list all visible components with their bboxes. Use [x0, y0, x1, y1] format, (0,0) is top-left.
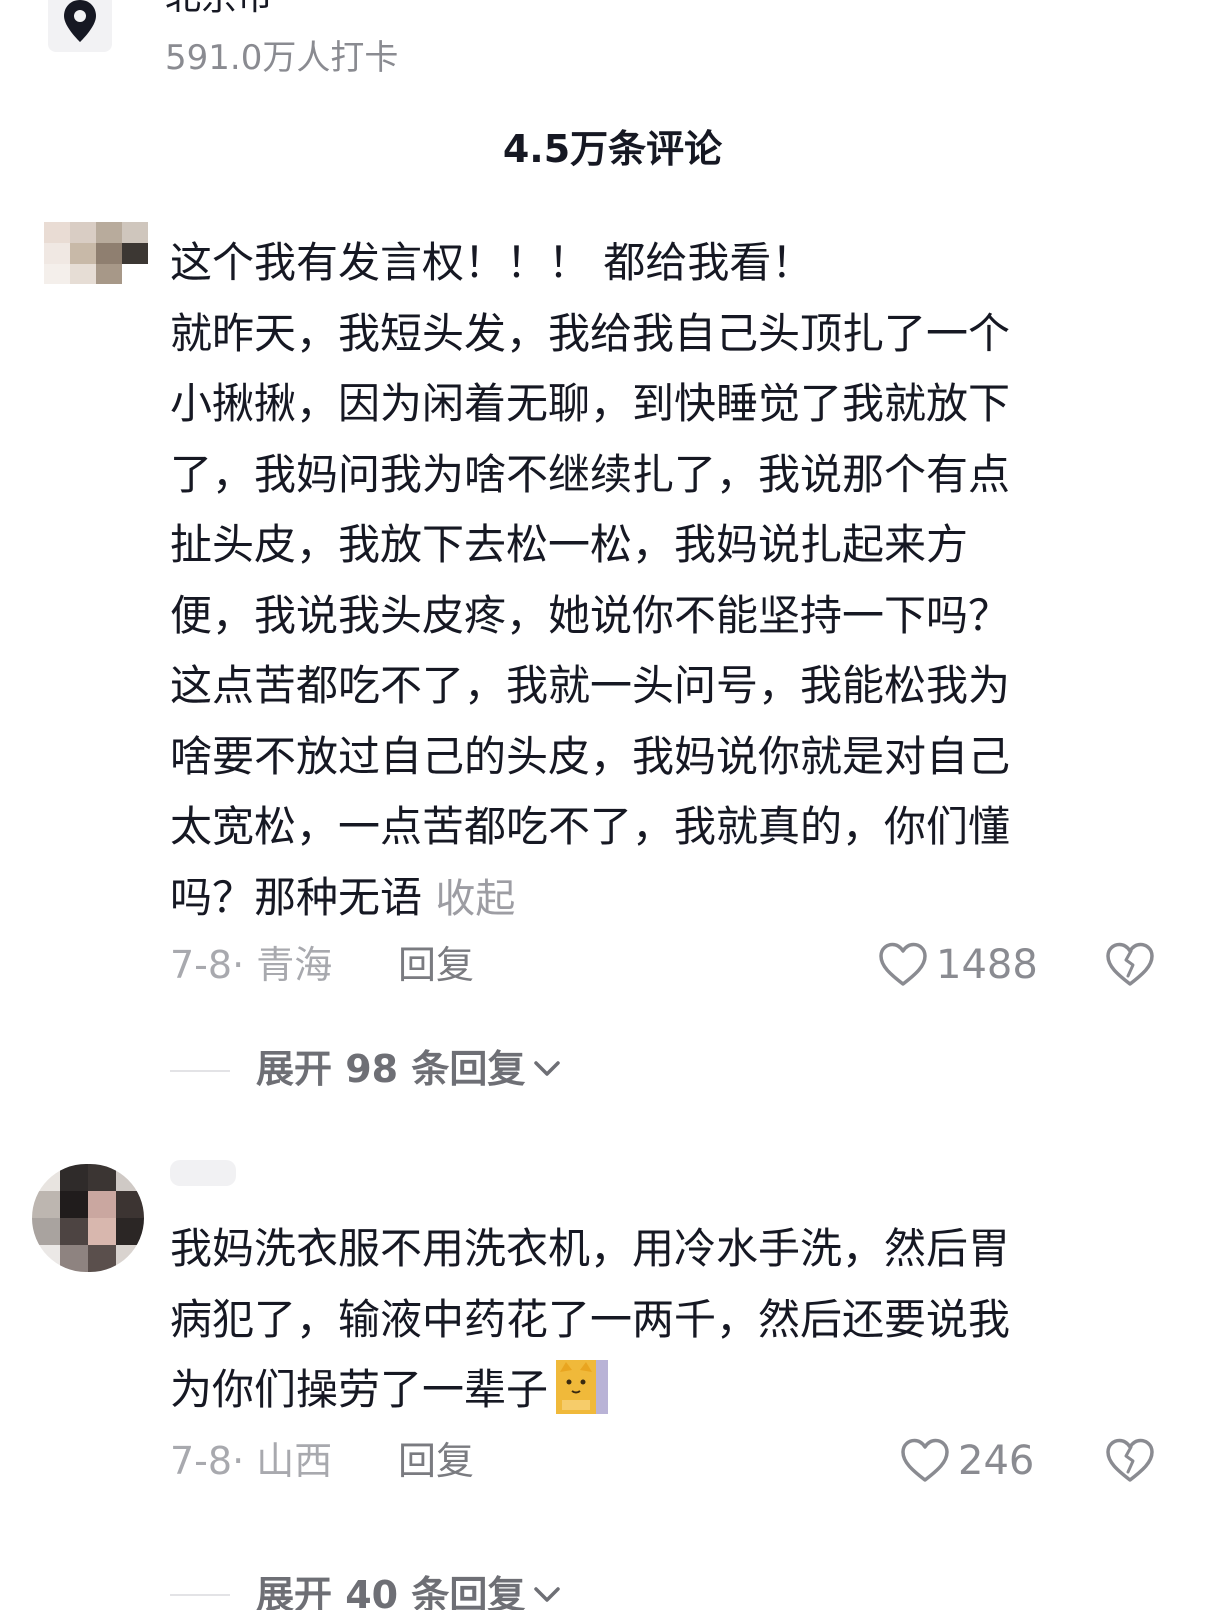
comment-line: 我妈洗衣服不用洗衣机，用冷水手洗，然后胃: [170, 1224, 1011, 1273]
like-count: 1488: [936, 942, 1038, 988]
chevron-down-icon: [534, 1587, 560, 1602]
chevron-down-icon: [534, 1061, 560, 1076]
dislike-button[interactable]: [1104, 1436, 1156, 1486]
checkin-count: 591.0万人打卡: [165, 38, 399, 78]
comment-meta: 7-8· 山西: [170, 1439, 333, 1483]
collapse-link[interactable]: 收起: [435, 876, 515, 922]
comment-line: 这点苦都吃不了，我就一头问号，我能松我为: [170, 661, 1011, 710]
expand-replies-label: 展开 98 条回复: [256, 1047, 526, 1091]
reply-button[interactable]: 回复: [398, 1436, 474, 1486]
comment-line: 为你们操劳了一辈子: [170, 1365, 549, 1414]
comment-text: 我妈洗衣服不用洗衣机，用冷水手洗，然后胃 病犯了，输液中药花了一两千，然后还要说…: [170, 1214, 1130, 1426]
dislike-button[interactable]: [1104, 940, 1156, 990]
comment-line: 了，我妈问我为啥不继续扎了，我说那个有点: [170, 449, 1011, 499]
comment-text: 这个我有发言权！！！ 都给我看！ 就昨天，我短头发，我给我自己头顶扎了一个 小揪…: [170, 228, 1130, 934]
expand-replies-label: 展开 40 条回复: [256, 1573, 526, 1610]
avatar[interactable]: [44, 222, 148, 284]
location-pin-icon: [64, 0, 96, 42]
comment-meta: 7-8· 青海: [170, 943, 333, 987]
broken-heart-icon: [1106, 942, 1154, 986]
location-icon-box[interactable]: [48, 0, 112, 52]
like-button[interactable]: 246: [900, 1436, 1040, 1486]
comment-line: 吗？那种无语: [170, 872, 423, 922]
city-name[interactable]: 北京市: [165, 0, 273, 20]
expand-replies-button[interactable]: 展开 98 条回复: [256, 1044, 576, 1098]
heart-icon: [901, 1438, 949, 1482]
reply-button[interactable]: 回复: [398, 940, 474, 990]
divider-line: [170, 1594, 230, 1596]
comment-line: 太宽松，一点苦都吃不了，我就真的，你们懂: [170, 802, 1011, 851]
close-icon: [1126, 0, 1174, 28]
comment-line: 小揪揪，因为闲着无聊，到快睡觉了我就放下: [170, 379, 1011, 428]
comment-line: 扯头皮，我放下去松一松，我妈说扎起来方: [170, 520, 969, 569]
cat-emoji: [556, 1358, 609, 1414]
expand-replies-button[interactable]: 展开 40 条回复: [256, 1570, 576, 1610]
comment-line: 啥要不放过自己的头皮，我妈说你就是对自己: [170, 731, 1011, 781]
comment-line: 就昨天，我短头发，我给我自己头顶扎了一个: [170, 308, 1011, 358]
like-count: 246: [958, 1438, 1035, 1484]
comment-line: 病犯了，输液中药花了一两千，然后还要说我: [170, 1294, 1011, 1344]
broken-heart-icon: [1106, 1438, 1154, 1482]
comment-line: 这个我有发言权！！！ 都给我看！: [170, 238, 814, 287]
avatar[interactable]: [32, 1164, 144, 1272]
like-button[interactable]: 1488: [878, 940, 1038, 990]
close-button[interactable]: [1126, 0, 1174, 28]
comment-line: 便，我说我头皮疼，她说你不能坚持一下吗？: [170, 590, 1011, 640]
comments-title: 4.5万条评论: [502, 127, 723, 171]
heart-icon: [879, 942, 927, 986]
divider-line: [170, 1070, 230, 1072]
username-blurred[interactable]: [170, 1160, 236, 1186]
